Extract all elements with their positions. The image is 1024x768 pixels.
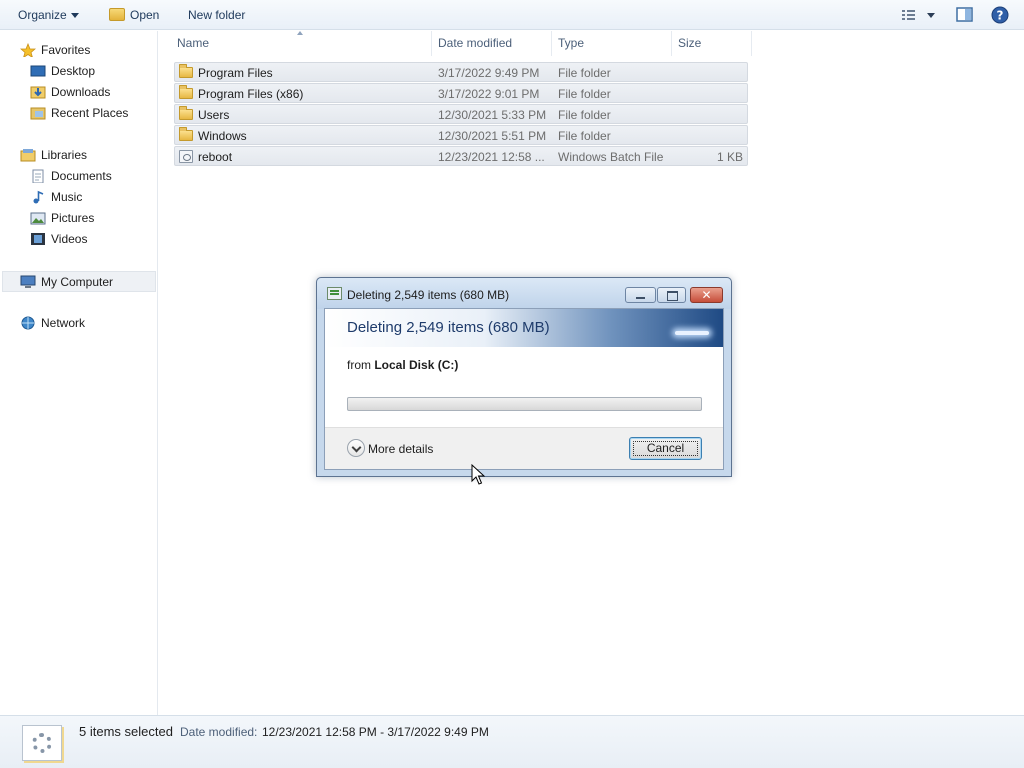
- desktop-icon: [30, 65, 46, 77]
- help-button[interactable]: ?: [991, 6, 1009, 27]
- source-drive: Local Disk (C:): [374, 358, 459, 372]
- views-icon: [902, 10, 935, 20]
- nav-my-computer-label: My Computer: [41, 275, 114, 289]
- nav-item-label: Pictures: [51, 211, 95, 225]
- nav-my-computer[interactable]: My Computer: [2, 271, 156, 292]
- file-operation-icon: [327, 287, 342, 300]
- source-location: from Local Disk (C:): [347, 358, 458, 372]
- selection-thumbnail-icon: [22, 725, 62, 761]
- file-row-reboot[interactable]: reboot 12/23/2021 12:58 ... Windows Batc…: [174, 146, 748, 166]
- file-row-program-files[interactable]: Program Files 3/17/2022 9:49 PM File fol…: [174, 62, 748, 82]
- dialog-banner: Deleting 2,549 items (680 MB): [325, 309, 723, 347]
- dialog-titlebar[interactable]: Deleting 2,549 items (680 MB) ✕: [317, 278, 731, 309]
- file-name: Program Files (x86): [198, 87, 304, 101]
- file-name: reboot: [198, 150, 233, 164]
- folder-icon: [179, 127, 193, 141]
- cancel-button[interactable]: Cancel: [629, 437, 702, 460]
- maximize-button[interactable]: [657, 287, 686, 303]
- nav-item-label: Videos: [51, 232, 88, 246]
- column-header-date-modified[interactable]: Date modified: [432, 31, 552, 56]
- folder-icon: [179, 106, 193, 120]
- file-date: 12/23/2021 12:58 ...: [438, 150, 545, 164]
- new-folder-button[interactable]: New folder: [188, 6, 245, 24]
- computer-icon: [20, 275, 36, 288]
- banner-glow: [675, 331, 709, 335]
- file-date: 3/17/2022 9:01 PM: [438, 87, 540, 101]
- file-size: 1 KB: [716, 150, 743, 164]
- libraries-icon: [20, 149, 36, 162]
- more-details-label[interactable]: More details: [368, 442, 433, 456]
- organize-label: Organize: [18, 8, 67, 22]
- nav-item-label: Downloads: [51, 85, 111, 99]
- column-header-size[interactable]: Size: [672, 31, 752, 56]
- details-pane: 5 items selected Date modified: 12/23/20…: [0, 715, 1024, 768]
- dialog-footer: More details Cancel: [325, 427, 723, 469]
- date-modified-label: Date modified:: [180, 725, 258, 739]
- file-type: File folder: [558, 108, 611, 122]
- file-date: 12/30/2021 5:51 PM: [438, 129, 547, 143]
- nav-favorites-label: Favorites: [41, 43, 91, 57]
- navigation-pane: Favorites Desktop Downloads Recent Place…: [0, 31, 158, 715]
- downloads-icon: [30, 86, 46, 99]
- nav-libraries-label: Libraries: [41, 148, 88, 162]
- chevron-down-icon: [70, 13, 79, 19]
- batch-file-icon: [179, 150, 193, 163]
- nav-item-label: Music: [51, 190, 83, 204]
- command-bar: Organize Open New folder ?: [0, 0, 1024, 30]
- progress-bar: [347, 397, 702, 411]
- file-type: File folder: [558, 87, 611, 101]
- dialog-heading: Deleting 2,549 items (680 MB): [347, 319, 550, 336]
- more-details-toggle[interactable]: [347, 439, 365, 457]
- gear-icon: [32, 733, 52, 753]
- file-name: Users: [198, 108, 230, 122]
- selected-count: 5 items selected: [79, 724, 173, 739]
- music-icon: [33, 190, 44, 204]
- star-icon: [20, 43, 36, 57]
- documents-icon: [32, 169, 44, 183]
- dialog-title: Deleting 2,549 items (680 MB): [347, 288, 510, 302]
- minimize-button[interactable]: [625, 287, 656, 303]
- close-icon: ✕: [701, 288, 712, 302]
- nav-item-label: Recent Places: [51, 106, 129, 120]
- delete-progress-dialog: Deleting 2,549 items (680 MB) ✕ Deleting…: [316, 277, 732, 477]
- file-row-windows[interactable]: Windows 12/30/2021 5:51 PM File folder: [174, 125, 748, 145]
- help-icon: ?: [991, 6, 1009, 24]
- open-folder-icon: [109, 8, 125, 21]
- file-type: File folder: [558, 66, 611, 80]
- column-header-type[interactable]: Type: [552, 31, 672, 56]
- sort-ascending-icon: [297, 31, 303, 35]
- videos-icon: [31, 233, 45, 245]
- date-modified-value: 12/23/2021 12:58 PM - 3/17/2022 9:49 PM: [262, 725, 489, 739]
- preview-pane-icon: [956, 7, 973, 22]
- open-label: Open: [130, 8, 160, 22]
- file-name: Program Files: [198, 66, 273, 80]
- file-date: 12/30/2021 5:33 PM: [438, 108, 547, 122]
- folder-icon: [179, 85, 193, 99]
- organize-button[interactable]: Organize: [18, 6, 79, 24]
- file-type: Windows Batch File: [558, 150, 664, 164]
- recent-places-icon: [30, 107, 46, 120]
- file-date: 3/17/2022 9:49 PM: [438, 66, 540, 80]
- mouse-pointer-icon: [471, 464, 485, 485]
- dialog-body: Deleting 2,549 items (680 MB) from Local…: [324, 308, 724, 470]
- views-button[interactable]: [901, 7, 941, 26]
- focus-rectangle: [633, 441, 698, 456]
- folder-icon: [179, 64, 193, 78]
- pictures-icon: [30, 212, 46, 225]
- file-row-program-files-x86[interactable]: Program Files (x86) 3/17/2022 9:01 PM Fi…: [174, 83, 748, 103]
- nav-item-label: Documents: [51, 169, 112, 183]
- open-button[interactable]: Open: [109, 6, 159, 24]
- nav-item-label: Desktop: [51, 64, 96, 78]
- new-folder-label: New folder: [188, 8, 246, 22]
- file-row-users[interactable]: Users 12/30/2021 5:33 PM File folder: [174, 104, 748, 124]
- file-name: Windows: [198, 129, 247, 143]
- svg-text:?: ?: [997, 9, 1004, 23]
- from-prefix: from: [347, 358, 371, 372]
- file-type: File folder: [558, 129, 611, 143]
- preview-pane-button[interactable]: [956, 7, 974, 26]
- close-button[interactable]: ✕: [690, 287, 723, 303]
- nav-network-label: Network: [41, 316, 86, 330]
- network-icon: [21, 316, 35, 330]
